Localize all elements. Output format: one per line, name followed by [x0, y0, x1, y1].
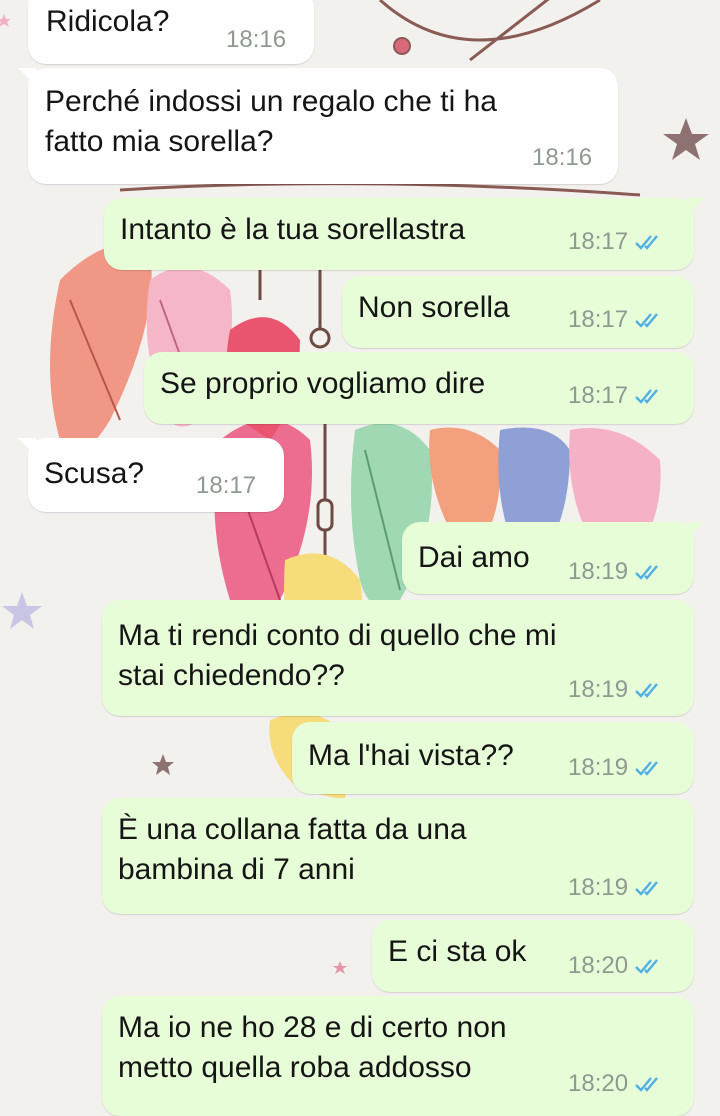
message-status: 18:19 [568, 558, 664, 586]
message-bubble-outgoing[interactable]: Ma ti rendi conto di quello che mi stai … [102, 600, 694, 716]
message-bubble-outgoing[interactable]: È una collana fatta da una bambina di 7 … [102, 798, 694, 914]
message-bubble-incoming[interactable]: Perché indossi un regalo che ti ha fatto… [18, 68, 618, 184]
double-check-read-icon [635, 235, 658, 250]
message-timestamp: 18:19 [568, 558, 629, 585]
conversation: Ridicola? 18:16 Perché indossi un regalo… [0, 0, 720, 1116]
message-timestamp: 18:19 [568, 754, 629, 781]
message-bubble-outgoing[interactable]: E ci sta ok 18:20 [372, 920, 694, 992]
message-status: 18:19 [568, 754, 664, 782]
message-text: Non sorella [358, 291, 510, 324]
message-status: 18:17 [568, 306, 664, 334]
message-text: Intanto è la tua sorellastra [120, 213, 466, 246]
message-timestamp: 18:17 [568, 228, 629, 255]
double-check-read-icon [635, 565, 658, 580]
message-timestamp: 18:20 [568, 952, 629, 979]
message-status: 18:17 [568, 228, 664, 256]
message-timestamp: 18:20 [568, 1070, 629, 1097]
message-status: 18:19 [568, 874, 664, 902]
message-status: 18:20 [568, 952, 664, 980]
message-bubble-outgoing[interactable]: Se proprio vogliamo dire 18:17 [144, 352, 694, 424]
message-text: Ma ti rendi conto di quello che mi stai … [118, 619, 557, 692]
message-text: Se proprio vogliamo dire [160, 367, 486, 400]
message-text: Scusa? [44, 457, 145, 490]
message-bubble-outgoing[interactable]: Ma l'hai vista?? 18:19 [292, 722, 694, 794]
message-timestamp: 18:16 [226, 26, 287, 53]
double-check-read-icon [635, 881, 658, 896]
message-timestamp: 18:17 [196, 472, 257, 499]
message-status: 18:19 [568, 676, 664, 704]
message-status: 18:17 [568, 382, 664, 410]
double-check-read-icon [635, 761, 658, 776]
double-check-read-icon [635, 959, 658, 974]
message-text: Ma l'hai vista?? [308, 739, 514, 772]
message-timestamp: 18:19 [568, 874, 629, 901]
message-bubble-incoming[interactable]: Ridicola? 18:16 [28, 0, 314, 64]
message-text: Ma io ne ho 28 e di certo non metto quel… [118, 1011, 507, 1084]
message-status: 18:20 [568, 1070, 664, 1098]
message-bubble-incoming[interactable]: Scusa? 18:17 [18, 438, 284, 512]
double-check-read-icon [635, 683, 658, 698]
message-timestamp: 18:16 [532, 144, 593, 171]
double-check-read-icon [635, 389, 658, 404]
message-text: Ridicola? [46, 5, 170, 38]
message-text: E ci sta ok [388, 935, 527, 968]
message-timestamp: 18:17 [568, 306, 629, 333]
message-text: Dai amo [418, 541, 530, 574]
message-timestamp: 18:17 [568, 382, 629, 409]
message-timestamp: 18:19 [568, 676, 629, 703]
message-bubble-outgoing[interactable]: Dai amo 18:19 [402, 522, 704, 594]
message-bubble-outgoing[interactable]: Ma io ne ho 28 e di certo non metto quel… [102, 996, 694, 1116]
message-bubble-outgoing[interactable]: Intanto è la tua sorellastra 18:17 [104, 198, 704, 270]
message-text: Perché indossi un regalo che ti ha fatto… [45, 85, 497, 158]
message-bubble-outgoing[interactable]: Non sorella 18:17 [342, 276, 694, 348]
message-text: È una collana fatta da una bambina di 7 … [118, 813, 467, 886]
double-check-read-icon [635, 1077, 658, 1092]
double-check-read-icon [635, 313, 658, 328]
